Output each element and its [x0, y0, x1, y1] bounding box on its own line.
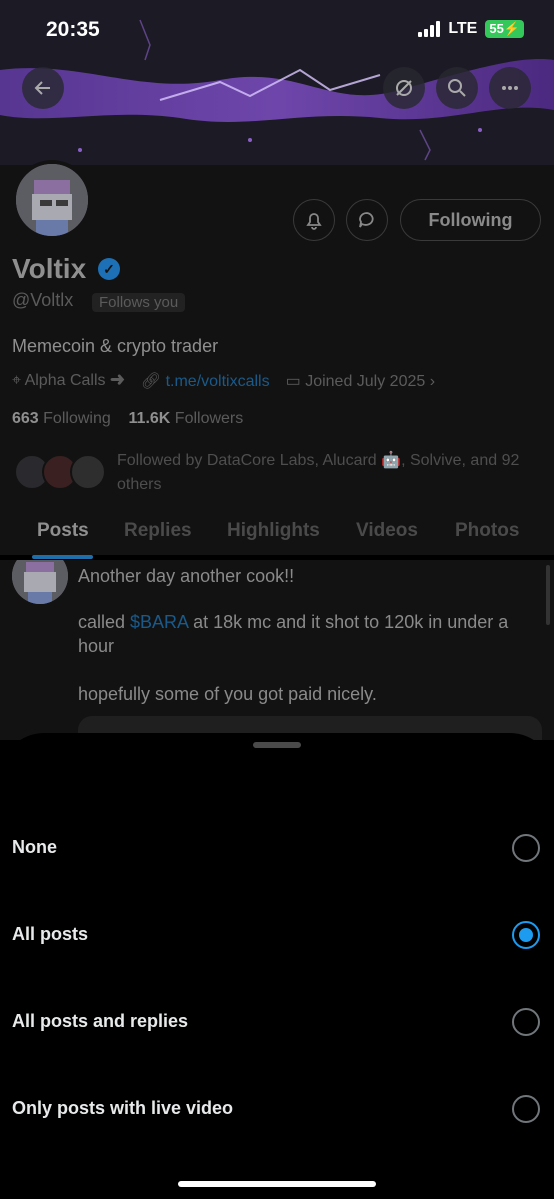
avatar-image: [12, 560, 68, 604]
tab-posts[interactable]: Posts: [37, 505, 89, 542]
radio-button[interactable]: [512, 1008, 540, 1036]
more-button[interactable]: [489, 67, 531, 109]
cashtag-link[interactable]: $BARA: [130, 612, 188, 632]
post-text-line: Another day another cook!!: [78, 566, 295, 586]
profile-avatar[interactable]: [12, 160, 92, 240]
mute-notifications-button[interactable]: [383, 67, 425, 109]
profile-tabs: Posts Replies Highlights Videos Photos: [0, 505, 554, 559]
bell-icon: [306, 213, 322, 230]
notification-options-sheet: None All posts All posts and replies Onl…: [0, 733, 554, 1199]
option-label: None: [12, 837, 57, 857]
status-bar: 20:35 LTE 55⚡: [0, 0, 554, 60]
battery-icon: 55⚡: [485, 20, 524, 38]
follower-avatar: [70, 454, 106, 490]
status-indicators: LTE 55⚡: [418, 20, 524, 38]
verified-badge-icon: ✓: [98, 258, 120, 280]
option-label: All posts: [12, 924, 89, 944]
post-text-segment: called: [78, 612, 131, 632]
network-label: LTE: [448, 20, 478, 37]
option-label: Only posts with live video: [12, 1098, 234, 1118]
joined-label: Joined July 2025: [305, 373, 426, 390]
profile-bio: Memecoin & crypto trader: [12, 336, 219, 356]
tab-photos[interactable]: Photos: [455, 505, 519, 542]
radio-button[interactable]: [512, 1095, 540, 1123]
notifications-button[interactable]: [293, 199, 335, 241]
followers-count: 11.6K: [128, 410, 171, 427]
location-pin-icon: ⌖: [12, 372, 22, 389]
option-label: All posts and replies: [12, 1011, 189, 1031]
message-icon: [359, 212, 374, 228]
post-avatar[interactable]: [12, 560, 68, 604]
arrow-left-icon: [34, 81, 50, 95]
option-all-posts-and-replies[interactable]: All posts and replies: [0, 993, 554, 1053]
profile-link[interactable]: 🔗︎ t.me/voltixcalls: [141, 371, 270, 391]
profile-name: Voltix: [12, 253, 87, 284]
tab-videos[interactable]: Videos: [356, 505, 418, 542]
joined-item[interactable]: ▭ Joined July 2025 ›: [286, 371, 435, 391]
follow-counts: 663 Following 11.6K Followers: [12, 410, 243, 428]
profile-link-text[interactable]: t.me/voltixcalls: [166, 373, 270, 390]
profile-handle: @Voltlx: [12, 290, 74, 310]
sheet-grabber[interactable]: [253, 742, 301, 748]
follows-you-badge: Follows you: [92, 293, 186, 312]
option-none[interactable]: None: [0, 819, 554, 879]
search-icon: [448, 79, 466, 97]
message-button[interactable]: [346, 199, 388, 241]
home-indicator[interactable]: [178, 1181, 376, 1187]
option-live-video[interactable]: Only posts with live video: [0, 1080, 554, 1140]
back-button[interactable]: [22, 67, 64, 109]
battery-level: 55: [489, 21, 504, 36]
category-label: Alpha Calls: [24, 372, 106, 389]
signal-icon: [418, 21, 441, 37]
no-notify-icon: [396, 80, 412, 96]
option-all-posts[interactable]: All posts: [0, 906, 554, 966]
followers-label: Followers: [174, 410, 244, 427]
post-text-line: hopefully some of you got paid nicely.: [78, 684, 377, 704]
radio-button[interactable]: [512, 834, 540, 862]
calendar-icon: ▭: [285, 373, 301, 390]
post[interactable]: Another day another cook!! called $BARA …: [0, 560, 554, 740]
profile-meta: ⌖ Alpha Calls ➜ 🔗︎ t.me/voltixcalls ▭ Jo…: [12, 371, 435, 391]
search-button[interactable]: [436, 67, 478, 109]
followers-count-link[interactable]: 11.6K Followers: [129, 410, 244, 427]
category-item: ⌖ Alpha Calls ➜: [12, 372, 125, 390]
tab-highlights[interactable]: Highlights: [227, 505, 320, 542]
avatar-image: [16, 164, 88, 236]
more-icon: [502, 86, 518, 90]
followed-by-text: Followed by DataCore Labs, Alucard 🤖, So…: [117, 452, 520, 493]
following-count-link[interactable]: 663 Following: [12, 410, 111, 427]
following-label: Following: [43, 410, 111, 427]
tab-replies[interactable]: Replies: [124, 505, 192, 542]
followed-by-row[interactable]: Followed by DataCore Labs, Alucard 🤖, So…: [12, 449, 542, 499]
following-count: 663: [12, 410, 39, 427]
active-tab-indicator: [32, 555, 93, 559]
scrollbar[interactable]: [546, 565, 550, 625]
arrow-right-icon: ➜: [109, 372, 125, 389]
status-time: 20:35: [46, 18, 100, 41]
radio-button-selected[interactable]: [512, 921, 540, 949]
chevron-right-icon: ›: [429, 373, 436, 390]
following-button[interactable]: Following: [400, 199, 541, 241]
post-text-paragraph: called $BARA at 18k mc and it shot to 12…: [78, 610, 543, 658]
link-icon: 🔗︎: [140, 373, 162, 390]
